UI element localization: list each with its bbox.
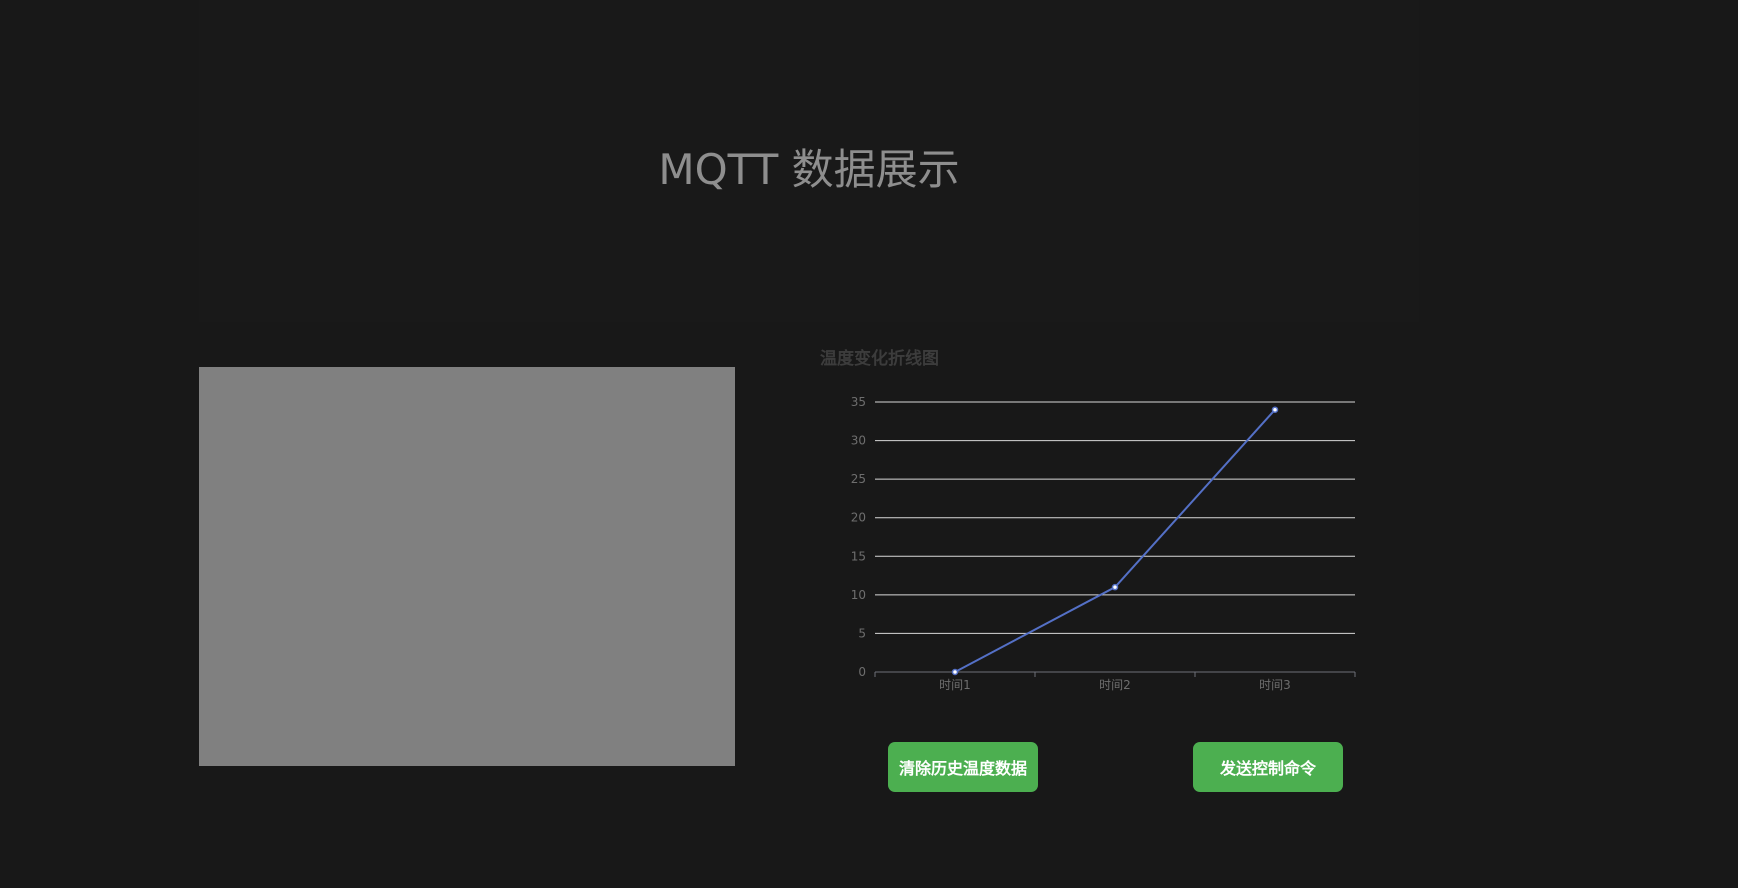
chart-series xyxy=(951,406,1279,676)
series-line xyxy=(954,409,1276,673)
temperature-line-chart: 0 5 10 15 20 25 30 35 时间1 时间2 时间3 xyxy=(851,395,1356,692)
y-tick-label: 5 xyxy=(858,626,866,640)
page: MQTT 数据展示 温度变化折线图 0 5 10 15 20 25 30 35 时间1 时间2 时间… xyxy=(0,0,1738,888)
y-tick-label: 15 xyxy=(851,549,866,563)
video-placeholder xyxy=(199,367,735,766)
data-point xyxy=(1111,583,1119,591)
y-tick-label: 35 xyxy=(851,395,866,409)
y-tick-label: 30 xyxy=(851,434,866,448)
x-tick-label: 时间3 xyxy=(1259,678,1291,692)
y-tick-label: 25 xyxy=(851,472,866,486)
chart-title: 温度变化折线图 xyxy=(820,349,939,369)
header-panel: MQTT 数据展示 xyxy=(199,0,1419,322)
y-tick-label: 0 xyxy=(858,665,866,679)
y-tick-label: 20 xyxy=(851,511,866,525)
chart-grid xyxy=(875,401,1355,634)
page-title: MQTT 数据展示 xyxy=(658,145,960,194)
chart-axes: 0 5 10 15 20 25 30 35 时间1 时间2 时间3 xyxy=(851,395,1356,692)
x-tick-label: 时间2 xyxy=(1099,678,1131,692)
data-point xyxy=(1271,406,1279,413)
y-tick-label: 10 xyxy=(851,588,866,602)
send-command-button[interactable]: 发送控制命令 xyxy=(1193,742,1343,792)
data-point xyxy=(951,668,959,676)
clear-history-button[interactable]: 清除历史温度数据 xyxy=(888,742,1038,792)
x-tick-label: 时间1 xyxy=(939,678,971,692)
